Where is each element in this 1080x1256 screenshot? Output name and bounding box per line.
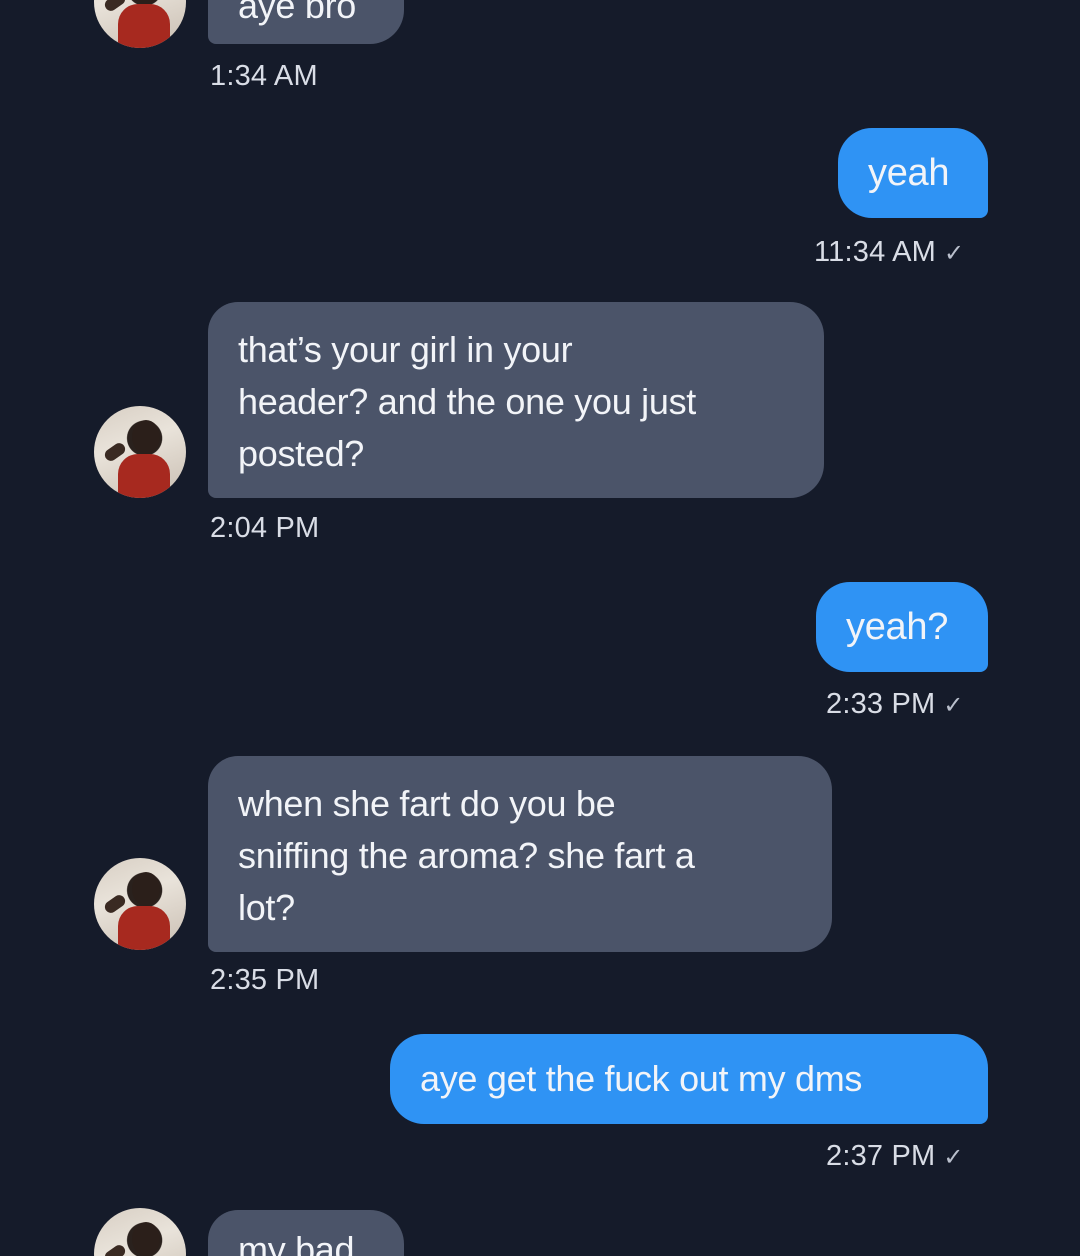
message-text: aye bro — [238, 0, 356, 26]
message-timestamp: 11:34 AM ✓ — [814, 236, 965, 268]
message-timestamp: 1:34 AM — [210, 60, 318, 92]
sent-check-icon: ✓ — [943, 1144, 964, 1171]
sent-check-icon: ✓ — [943, 692, 964, 719]
message-text-line: header? and the one you just — [238, 381, 696, 422]
message-timestamp: 2:33 PM ✓ — [826, 688, 964, 720]
incoming-message-bubble[interactable]: when she fart do you be sniffing the aro… — [208, 756, 832, 952]
incoming-message-bubble[interactable]: my bad — [208, 1210, 404, 1256]
message-text: aye get the fuck out my dms — [420, 1058, 863, 1099]
message-text-line: that’s your girl in your — [238, 329, 573, 370]
message-timestamp: 2:37 PM ✓ — [826, 1140, 964, 1172]
message-text: yeah? — [846, 606, 949, 648]
incoming-message-bubble[interactable]: aye bro — [208, 0, 404, 44]
incoming-message-bubble[interactable]: that’s your girl in your header? and the… — [208, 302, 824, 498]
outgoing-message-bubble[interactable]: yeah? — [816, 582, 988, 672]
message-text-line: lot? — [238, 887, 295, 928]
sender-avatar[interactable] — [94, 1208, 186, 1256]
message-timestamp: 2:35 PM — [210, 964, 320, 996]
message-timestamp: 2:04 PM — [210, 512, 320, 544]
message-text-line: sniffing the aroma? she fart a — [238, 835, 695, 876]
message-text-line: posted? — [238, 433, 365, 474]
sender-avatar[interactable] — [94, 406, 186, 498]
outgoing-message-bubble[interactable]: yeah — [838, 128, 988, 218]
message-text: yeah — [868, 152, 950, 194]
outgoing-message-bubble[interactable]: aye get the fuck out my dms — [390, 1034, 988, 1124]
message-text-line: when she fart do you be — [238, 783, 616, 824]
sender-avatar[interactable] — [94, 0, 186, 48]
sent-check-icon: ✓ — [943, 240, 965, 267]
sender-avatar[interactable] — [94, 858, 186, 950]
message-text: my bad — [238, 1229, 355, 1256]
message-thread: aye bro 1:34 AM yeah 11:34 AM ✓ that’s yo… — [0, 0, 1080, 1256]
